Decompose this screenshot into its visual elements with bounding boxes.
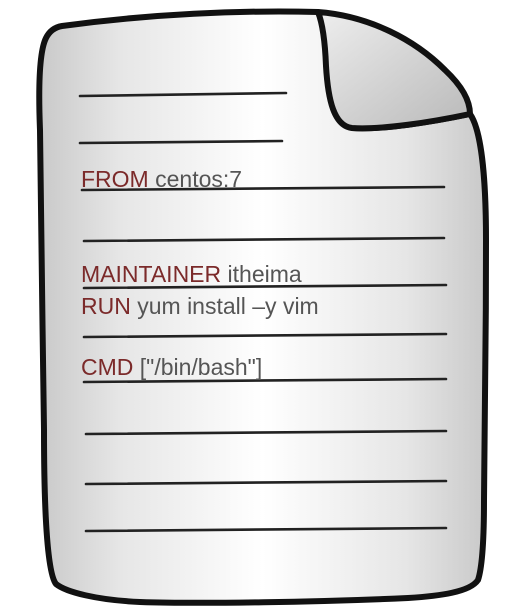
dockerfile-line-from: FROM centos:7	[81, 166, 242, 192]
dockerfile-line-cmd: CMD ["/bin/bash"]	[81, 354, 262, 380]
argument-maintainer: itheima	[227, 261, 302, 287]
keyword-run: RUN	[81, 293, 131, 319]
argument-cmd: ["/bin/bash"]	[139, 354, 263, 380]
keyword-cmd: CMD	[81, 354, 134, 380]
dockerfile-line-run: RUN yum install –y vim	[81, 293, 319, 319]
keyword-maintainer: MAINTAINER	[81, 261, 222, 287]
keyword-from: FROM	[81, 166, 149, 192]
dockerfile-line-maintainer: MAINTAINER itheima	[81, 261, 302, 287]
argument-run: yum install –y vim	[137, 293, 319, 319]
dockerfile-document-illustration: FROM centos:7 MAINTAINER itheima RUN yum…	[0, 0, 512, 612]
argument-from: centos:7	[155, 166, 243, 192]
folded-corner	[315, 9, 473, 132]
